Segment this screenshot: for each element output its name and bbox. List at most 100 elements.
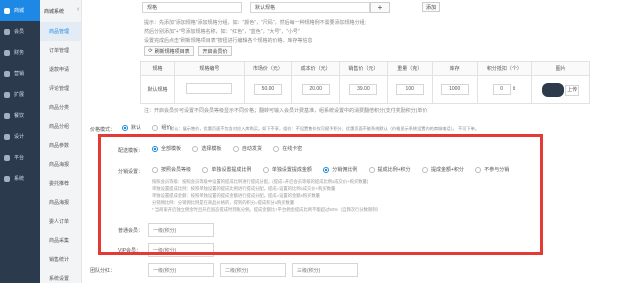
sidebar-item-stats[interactable]: 销售统计	[40, 250, 81, 269]
market-price-input[interactable]: 50.00	[253, 84, 282, 95]
team-level3-input[interactable]: 三级(积分)	[292, 263, 358, 277]
nav-label: 扩展	[14, 92, 25, 98]
nav-label: 餐饮	[14, 113, 25, 119]
nav-label: 财务	[14, 50, 25, 56]
app: 商城 会员 财务 营销 扩展 餐饮 设计 平台 系统 商城系统 商品管理 订单管…	[0, 0, 640, 283]
col-header: 图片	[531, 61, 590, 76]
member-price-note: 注：开启会员价可设置不同会员等级显示不同价格；翻转可输入会员计费基准，组系统设置…	[144, 108, 428, 114]
nav-label: 设计	[14, 134, 25, 140]
nav-item-platform[interactable]: 平台	[0, 147, 40, 168]
spec-code-input[interactable]	[186, 83, 233, 94]
user-icon	[4, 28, 10, 35]
sidebar-item-recommend[interactable]: 委托推荐	[40, 174, 81, 193]
team-level1-placeholder: 一级(积分)	[153, 267, 177, 274]
collapse-chevron-icon[interactable]: ‹	[77, 6, 79, 13]
radio-dot	[152, 124, 159, 131]
price-mode-label: 价格模式：	[90, 127, 116, 133]
sale-price-cell: 39.00	[339, 75, 388, 104]
nav-label: 商城	[14, 8, 25, 14]
spec-name-input[interactable]: 默认规格	[250, 2, 370, 13]
nav-label: 平台	[14, 155, 25, 161]
puzzle-icon	[4, 91, 10, 98]
team-level3-placeholder: 三级(积分)	[297, 267, 321, 274]
shop-icon	[4, 7, 10, 14]
stock-input[interactable]: 1000	[440, 84, 469, 95]
highlight-box	[98, 134, 543, 255]
sidebar-item-comments[interactable]: 评论管理	[40, 79, 81, 98]
grid-icon	[4, 154, 10, 161]
spec-hint-2: 然后分别添加"+"号添加规格名称，如："红色"，"蓝色"，"大号"，"小号"	[144, 29, 300, 35]
col-header: 成本价（元）	[291, 61, 341, 76]
col-header: 市场价（元）	[243, 61, 293, 76]
add-spec-button[interactable]: 添加	[422, 2, 440, 12]
nav-label: 会员	[14, 29, 25, 35]
nav-item-design[interactable]: 设计	[0, 126, 40, 147]
col-header: 重量（克）	[386, 61, 433, 76]
member-price-button[interactable]: 开启会员价	[198, 46, 232, 56]
points-input[interactable]: 0	[492, 84, 511, 95]
refresh-icon: ⟳	[148, 48, 153, 54]
col-header: 规格	[139, 61, 176, 76]
product-thumbnail	[541, 82, 564, 97]
add-spec-plus-button[interactable]: +	[370, 2, 390, 13]
refresh-spec-table-label: 刷新规格项目表	[154, 48, 190, 55]
radio-label: 默认	[131, 125, 142, 131]
nav-item-extend[interactable]: 扩展	[0, 84, 40, 105]
nav-item-member[interactable]: 会员	[0, 21, 40, 42]
sidebar-item-group[interactable]: 商品分组	[40, 117, 81, 136]
sidebar-item-entrust[interactable]: 委人订单	[40, 212, 81, 231]
sale-price-input[interactable]: 39.00	[349, 84, 378, 95]
price-mode-group-radio[interactable]: 组价	[152, 124, 171, 131]
col-header: 销售价（元）	[339, 61, 388, 76]
sidebar-item-poster[interactable]: 商品海报	[40, 155, 81, 174]
market-price-cell: 50.00	[243, 75, 293, 104]
nav-item-catering[interactable]: 餐饮	[0, 105, 40, 126]
spec-code-cell	[174, 75, 245, 104]
nav-item-mall[interactable]: 商城	[0, 0, 40, 21]
col-header: 规格编号	[174, 61, 245, 76]
points-cell: 0 ⇕	[476, 75, 533, 104]
nav-item-finance[interactable]: 财务	[0, 42, 40, 63]
price-mode-hint: 默认：展示售价，优惠页面不包含对应入库购买。如下不享，组价：不设置售价仅可赋予积…	[170, 126, 479, 131]
primary-sidebar: 商城 会员 财务 营销 扩展 餐饮 设计 平台 系统	[0, 0, 40, 283]
secondary-sidebar: 商城系统 商品管理 订单管理 退款申请 评论管理 商品分类 商品分组 商品参数 …	[40, 0, 82, 283]
nav-item-marketing[interactable]: 营销	[0, 63, 40, 84]
design-icon	[4, 133, 10, 140]
weight-cell: 100	[386, 75, 433, 104]
spec-group-input[interactable]: 规格	[142, 2, 242, 13]
points-spinner-icon[interactable]: ⇕	[512, 86, 516, 92]
sidebar-item-goods[interactable]: 商品管理	[40, 22, 81, 41]
radio-dot	[122, 124, 128, 131]
table-row: 默认规格 50.00 20.00 39.00 100 1000 0 ⇕ 上传	[139, 75, 590, 104]
nav-item-system[interactable]: 系统	[0, 168, 40, 189]
sidebar-item-params[interactable]: 商品参数	[40, 136, 81, 155]
image-cell: 上传	[531, 75, 590, 104]
stock-cell: 1000	[431, 75, 478, 104]
sidebar-item-orders[interactable]: 订单管理	[40, 41, 81, 60]
refresh-spec-table-button[interactable]: ⟳ 刷新规格项目表	[144, 46, 194, 56]
team-level1-input[interactable]: 一级(积分)	[148, 263, 214, 277]
sidebar-item-poster2[interactable]: 商品海报	[40, 193, 81, 212]
cost-price-cell: 20.00	[291, 75, 341, 104]
sidebar-item-category[interactable]: 商品分类	[40, 98, 81, 117]
secondary-sidebar-header: 商城系统	[44, 8, 65, 15]
nav-label: 系统	[14, 176, 25, 182]
sidebar-item-collect[interactable]: 商品采集	[40, 231, 81, 250]
sidebar-item-settings[interactable]: 系统设置	[40, 269, 81, 283]
sidebar-item-refunds[interactable]: 退款申请	[40, 60, 81, 79]
weight-input[interactable]: 100	[395, 84, 424, 95]
team-level2-placeholder: 二级(积分)	[225, 267, 249, 274]
spec-name-cell: 默认规格	[139, 75, 176, 104]
team-level2-input[interactable]: 二级(积分)	[220, 263, 286, 277]
col-header: 积分抵扣（个）	[476, 61, 533, 76]
cost-price-input[interactable]: 20.00	[301, 84, 330, 95]
spec-hint-1: 提示：先添加"添加规格"添加规格分组，如："颜色"，"尺码"，然后每一种规格例不…	[144, 20, 367, 26]
price-mode-default-radio[interactable]: 默认	[122, 124, 141, 131]
spec-hint-3: 设置完成后点击"刷新规格项目表"按钮进行编辑各个规格的价格、库存等信息	[144, 38, 313, 44]
col-header: 库存	[431, 61, 478, 76]
upload-button[interactable]: 上传	[565, 84, 580, 96]
megaphone-icon	[4, 70, 10, 77]
spec-table-header: 规格 规格编号 市场价（元） 成本价（元） 销售价（元） 重量（克） 库存 积分…	[139, 61, 590, 76]
dining-icon	[4, 112, 10, 119]
nav-label: 营销	[14, 71, 25, 77]
